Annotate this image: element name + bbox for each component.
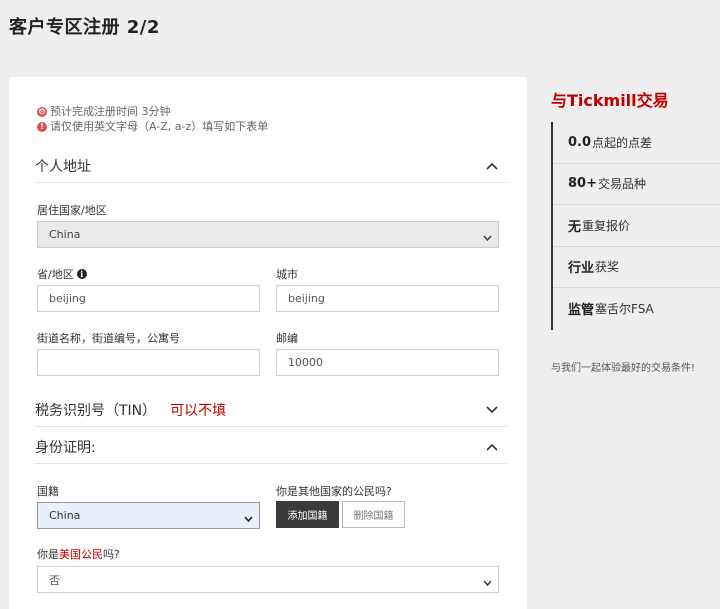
postcode-input[interactable]: 10000	[276, 349, 499, 376]
exclamation-icon: !	[37, 121, 47, 132]
chevron-up-icon[interactable]	[485, 440, 499, 454]
country-label: 居住国家/地区	[37, 204, 107, 217]
sidebar-title: 与Tickmill交易	[551, 91, 669, 110]
chevron-down-icon[interactable]	[485, 403, 499, 417]
other-citizen-label: 你是其他国家的公民吗?	[276, 485, 392, 498]
info-icon[interactable]: i	[76, 269, 87, 279]
sidebar-benefits-list: 0.0 点起的点差 80+ 交易品种 无重复报价 行业 获奖 监管 塞舌尔FSA	[551, 122, 720, 330]
benefit-item: 80+ 交易品种	[553, 164, 720, 205]
street-input[interactable]	[37, 349, 260, 376]
section-title-tin: 税务识别号（TIN）	[35, 402, 157, 419]
country-value: China	[49, 228, 81, 241]
sidebar-footer: 与我们一起体验最好的交易条件!	[551, 363, 696, 374]
us-citizen-select[interactable]: 否	[37, 566, 499, 593]
benefit-item: 0.0 点起的点差	[553, 122, 720, 164]
postcode-label: 邮编	[276, 332, 298, 345]
province-input[interactable]: beijing	[37, 285, 260, 312]
tin-optional-note: 可以不填	[170, 402, 227, 419]
city-label: 城市	[276, 268, 298, 281]
benefit-item: 行业 获奖	[553, 247, 720, 288]
country-select[interactable]: China	[37, 221, 499, 248]
clock-icon: ⏲	[37, 106, 47, 117]
province-label: 省/地区 i	[37, 266, 87, 282]
section-tin[interactable]: 税务识别号（TIN） 可以不填	[35, 393, 507, 427]
section-title-personal-address: 个人地址	[35, 158, 91, 175]
caret-down-icon	[483, 576, 492, 589]
street-label: 街道名称，街道编号，公寓号	[37, 332, 180, 345]
note-time: 预计完成注册时间 3分钟	[50, 105, 171, 118]
note-english-only: 请仅使用英文字母（A-Z, a-z）填写如下表单	[50, 120, 269, 133]
caret-down-icon	[244, 512, 253, 525]
delete-nationality-button[interactable]: 删除国籍	[342, 501, 405, 528]
nationality-label: 国籍	[37, 485, 59, 498]
section-title-identity: 身份证明:	[35, 439, 96, 456]
benefit-item: 无重复报价	[553, 205, 720, 247]
nationality-select[interactable]: China	[37, 502, 260, 529]
form-notes: ⏲ 预计完成注册时间 3分钟 ! 请仅使用英文字母（A-Z, a-z）填写如下表…	[37, 104, 268, 134]
benefit-item: 监管 塞舌尔FSA	[568, 302, 654, 319]
registration-form-card: ⏲ 预计完成注册时间 3分钟 ! 请仅使用英文字母（A-Z, a-z）填写如下表…	[9, 77, 527, 609]
section-identity[interactable]: 身份证明:	[35, 430, 507, 464]
add-nationality-button[interactable]: 添加国籍	[276, 501, 339, 528]
city-input[interactable]: beijing	[276, 285, 499, 312]
page-title: 客户专区注册 2/2	[9, 17, 160, 38]
section-personal-address[interactable]: 个人地址	[35, 149, 507, 183]
chevron-up-icon[interactable]	[485, 159, 499, 173]
us-citizen-label: 你是 美国公民 吗?	[37, 548, 120, 561]
caret-down-icon	[483, 231, 492, 244]
